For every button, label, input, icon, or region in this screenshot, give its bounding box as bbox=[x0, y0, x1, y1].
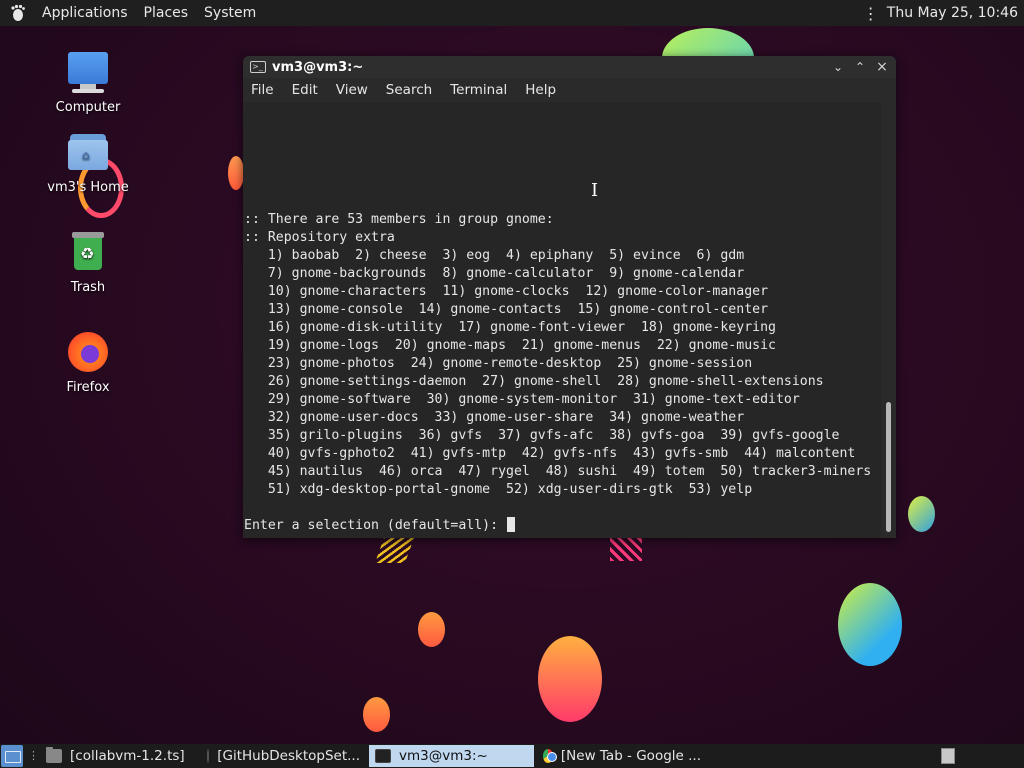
wallpaper-shape bbox=[418, 612, 445, 647]
terminal-line: 40) gvfs-gphoto2 41) gvfs-mtp 42) gvfs-n… bbox=[244, 446, 856, 461]
clock[interactable]: Thu May 25, 10:46 bbox=[883, 5, 1024, 21]
terminal-output[interactable]: :: There are 53 members in group gnome: … bbox=[243, 102, 881, 538]
scrollbar-thumb[interactable] bbox=[886, 402, 891, 532]
taskbar-item[interactable]: [New Tab - Google ... bbox=[537, 745, 707, 767]
wallpaper-shape bbox=[374, 535, 416, 563]
bottom-taskbar: ⋮ [collabvm-1.2.ts] [GitHubDesktopSet...… bbox=[0, 744, 1024, 768]
terminal-line: 10) gnome-characters 11) gnome-clocks 12… bbox=[244, 284, 769, 299]
desktop-icon-home[interactable]: ⌂ vm3's Home bbox=[38, 128, 138, 195]
taskbar-item-label: [New Tab - Google ... bbox=[560, 748, 701, 764]
terminal-line: 23) gnome-photos 24) gnome-remote-deskto… bbox=[244, 356, 753, 371]
system-menu[interactable]: System bbox=[196, 0, 264, 26]
desktop-icon-label: Computer bbox=[55, 100, 121, 115]
taskbar-handle-icon[interactable]: ⋮ bbox=[28, 750, 39, 761]
menu-search[interactable]: Search bbox=[377, 82, 441, 98]
terminal-menubar: File Edit View Search Terminal Help bbox=[243, 78, 896, 102]
wallpaper-shape bbox=[538, 636, 602, 722]
ibeam-cursor-icon: I bbox=[591, 180, 599, 201]
taskbar-item[interactable]: [collabvm-1.2.ts] bbox=[40, 745, 198, 767]
home-folder-icon: ⌂ bbox=[64, 128, 112, 176]
wallpaper-shape bbox=[610, 535, 642, 561]
menu-terminal[interactable]: Terminal bbox=[441, 82, 516, 98]
terminal-line: 29) gnome-software 30) gnome-system-moni… bbox=[244, 392, 800, 407]
menu-help[interactable]: Help bbox=[516, 82, 565, 98]
folder-icon bbox=[46, 747, 62, 763]
terminal-line: 51) xdg-desktop-portal-gnome 52) xdg-use… bbox=[244, 482, 753, 497]
taskbar-item-label: [collabvm-1.2.ts] bbox=[70, 748, 185, 764]
show-desktop-icon[interactable] bbox=[1, 745, 23, 767]
applications-menu[interactable]: Applications bbox=[34, 0, 136, 26]
terminal-line: :: Repository extra bbox=[244, 230, 395, 245]
places-menu[interactable]: Places bbox=[136, 0, 197, 26]
terminal-line: 7) gnome-backgrounds 8) gnome-calculator… bbox=[244, 266, 745, 281]
close-button[interactable]: × bbox=[871, 59, 893, 75]
desktop-icon-label: Firefox bbox=[66, 380, 110, 395]
menu-edit[interactable]: Edit bbox=[283, 82, 327, 98]
terminal-window[interactable]: >_ vm3@vm3:~ ⌄ ⌃ × File Edit View Search… bbox=[243, 56, 896, 538]
desktop-icon-computer[interactable]: Computer bbox=[38, 48, 138, 115]
taskbar-item-label: [GitHubDesktopSet... bbox=[217, 748, 360, 764]
terminal-prompt: Enter a selection (default=all): bbox=[244, 518, 507, 533]
terminal-icon: >_ bbox=[250, 61, 266, 73]
minimize-button[interactable]: ⌄ bbox=[827, 60, 849, 74]
gnome-foot-icon[interactable] bbox=[8, 3, 28, 23]
taskbar-item-active[interactable]: vm3@vm3:~ bbox=[369, 745, 534, 767]
text-cursor bbox=[507, 517, 516, 532]
wallpaper-shape bbox=[228, 156, 244, 190]
terminal-prompt-line[interactable]: Enter a selection (default=all): bbox=[244, 517, 516, 535]
menu-view[interactable]: View bbox=[327, 82, 377, 98]
chrome-icon bbox=[543, 749, 557, 763]
taskbar-item-label: vm3@vm3:~ bbox=[399, 748, 488, 764]
wallpaper-shape bbox=[363, 697, 390, 732]
wallpaper-shape bbox=[838, 583, 902, 666]
computer-icon bbox=[64, 48, 112, 96]
terminal-line: 26) gnome-settings-daemon 27) gnome-shel… bbox=[244, 374, 824, 389]
trash-icon: ♻ bbox=[64, 228, 112, 276]
desktop-icon-firefox[interactable]: Firefox bbox=[38, 328, 138, 395]
firefox-icon bbox=[64, 328, 112, 376]
terminal-line: 16) gnome-disk-utility 17) gnome-font-vi… bbox=[244, 320, 776, 335]
terminal-line: 35) grilo-plugins 36) gvfs 37) gvfs-afc … bbox=[244, 428, 840, 443]
panel-menu-icon[interactable]: ⋮ bbox=[859, 4, 883, 23]
terminal-line: 1) baobab 2) cheese 3) eog 4) epiphany 5… bbox=[244, 248, 745, 263]
workspace-switcher[interactable] bbox=[941, 748, 955, 764]
terminal-line: 19) gnome-logs 20) gnome-maps 21) gnome-… bbox=[244, 338, 776, 353]
taskbar-item[interactable]: [GitHubDesktopSet... bbox=[201, 745, 366, 767]
terminal-line: 32) gnome-user-docs 33) gnome-user-share… bbox=[244, 410, 745, 425]
desktop-icon-label: Trash bbox=[70, 280, 106, 295]
terminal-line: 13) gnome-console 14) gnome-contacts 15)… bbox=[244, 302, 769, 317]
desktop-icon-trash[interactable]: ♻ Trash bbox=[38, 228, 138, 295]
window-titlebar[interactable]: >_ vm3@vm3:~ ⌄ ⌃ × bbox=[243, 56, 896, 78]
wallpaper-shape bbox=[908, 496, 935, 532]
terminal-line: 45) nautilus 46) orca 47) rygel 48) sush… bbox=[244, 464, 872, 479]
terminal-line: :: There are 53 members in group gnome: bbox=[244, 212, 554, 227]
window-title: vm3@vm3:~ bbox=[272, 59, 364, 75]
desktop-icon-label: vm3's Home bbox=[47, 180, 129, 195]
maximize-button[interactable]: ⌃ bbox=[849, 60, 871, 74]
github-desktop-icon bbox=[207, 749, 210, 763]
menu-file[interactable]: File bbox=[243, 82, 283, 98]
terminal-icon bbox=[375, 749, 391, 763]
terminal-scrollbar[interactable] bbox=[881, 102, 896, 538]
top-panel: Applications Places System ⋮ Thu May 25,… bbox=[0, 0, 1024, 26]
